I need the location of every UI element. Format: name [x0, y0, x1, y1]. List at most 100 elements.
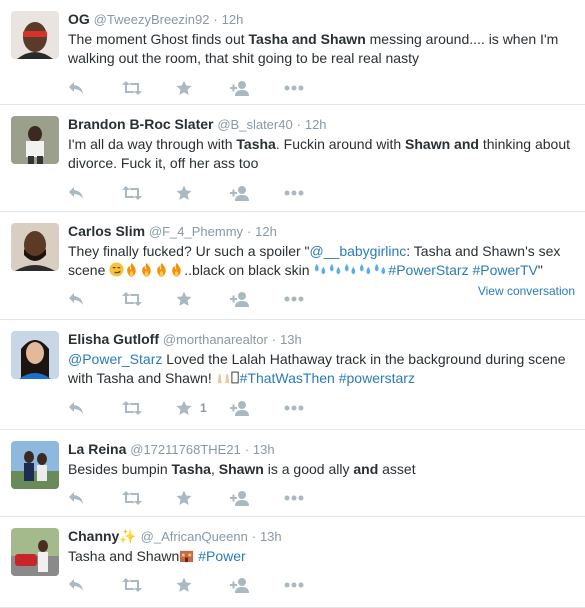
fire-emoji-icon	[142, 262, 151, 277]
author-handle[interactable]: @B_slater40	[217, 117, 292, 132]
retweet-button[interactable]	[122, 401, 176, 415]
hashtag-link[interactable]: #PowerTV	[472, 262, 537, 278]
more-icon	[284, 190, 304, 196]
more-button[interactable]	[284, 296, 338, 302]
more-icon	[284, 495, 304, 501]
author-handle[interactable]: @TweezyBreezin92	[94, 12, 210, 27]
mention-link[interactable]: @Power_Starz	[68, 351, 162, 367]
reply-button[interactable]	[68, 491, 122, 505]
author-name[interactable]: Channy✨	[68, 528, 137, 544]
tweet[interactable]: Carlos Slim @F_4_Phemmy · 12h They final…	[0, 212, 585, 320]
favorite-button[interactable]	[176, 185, 230, 201]
follow-icon	[230, 401, 249, 416]
more-icon	[284, 296, 304, 302]
hashtag-link[interactable]: #Power	[198, 548, 245, 564]
follow-button[interactable]	[230, 577, 284, 593]
more-button[interactable]	[284, 190, 338, 196]
tweet[interactable]: La Reina @17211768THE21 · 13h Besides bu…	[0, 430, 585, 517]
reply-button[interactable]	[68, 401, 122, 415]
view-conversation-link[interactable]: View conversation	[478, 284, 575, 298]
avatar[interactable]	[11, 528, 59, 576]
retweet-button[interactable]	[122, 491, 176, 505]
hashtag-link[interactable]: #PowerStarz	[388, 262, 468, 278]
hashtag-link[interactable]: #powerstarz	[339, 370, 415, 386]
fire-emoji-icon	[157, 262, 166, 277]
follow-button[interactable]	[230, 400, 284, 416]
timestamp[interactable]: 12h	[305, 117, 327, 132]
more-button[interactable]	[284, 85, 338, 91]
mention-link[interactable]: @__babygirlinc	[310, 243, 407, 259]
favorite-button[interactable]	[176, 291, 230, 307]
favorite-icon	[176, 80, 192, 95]
more-button[interactable]	[284, 582, 338, 588]
sweat-drops-emoji-icon	[345, 263, 356, 275]
favorite-button[interactable]	[176, 490, 230, 506]
more-button[interactable]	[284, 495, 338, 501]
avatar[interactable]	[11, 331, 59, 379]
love-hotel-emoji-icon	[180, 550, 194, 563]
retweet-button[interactable]	[122, 186, 176, 200]
favorite-icon	[176, 185, 192, 200]
author-handle[interactable]: @morthanarealtor	[163, 332, 268, 347]
reply-icon	[69, 187, 83, 199]
author-name[interactable]: Brandon B-Roc Slater	[68, 116, 213, 132]
retweet-button[interactable]	[122, 292, 176, 306]
author-handle[interactable]: @17211768THE21	[130, 442, 241, 457]
tweet-text: I'm all da way through with Tasha. Fucki…	[68, 136, 571, 171]
tweet-actions: 1	[68, 398, 577, 418]
sweat-drops-emoji-icon	[330, 263, 341, 275]
retweet-button[interactable]	[122, 578, 176, 592]
tweet-actions	[68, 78, 577, 98]
favorite-icon	[176, 490, 192, 505]
raised-hands-emoji-icon	[217, 373, 229, 384]
reply-icon	[69, 492, 83, 504]
reply-icon	[69, 579, 83, 591]
tweet[interactable]: Brandon B-Roc Slater @B_slater40 · 12h I…	[0, 105, 585, 212]
separator: ·	[251, 529, 257, 544]
fire-emoji-icon	[172, 262, 181, 277]
avatar[interactable]	[11, 223, 59, 271]
favorite-button[interactable]	[176, 577, 230, 593]
follow-button[interactable]	[230, 490, 284, 506]
retweet-button[interactable]	[122, 81, 176, 95]
reply-button[interactable]	[68, 81, 122, 95]
timestamp[interactable]: 13h	[280, 332, 302, 347]
more-button[interactable]	[284, 405, 338, 411]
author-handle[interactable]: @F_4_Phemmy	[149, 224, 243, 239]
avatar[interactable]	[11, 11, 59, 59]
retweet-icon	[122, 491, 142, 505]
author-name[interactable]: Elisha Gutloff	[68, 331, 159, 347]
author-handle[interactable]: @_AfricanQueenn	[141, 529, 248, 544]
separator: ·	[246, 224, 252, 239]
avatar[interactable]	[11, 441, 59, 489]
reply-button[interactable]	[68, 578, 122, 592]
timestamp[interactable]: 13h	[260, 529, 282, 544]
favorite-icon	[176, 291, 192, 306]
author-name[interactable]: La Reina	[68, 441, 126, 457]
favorite-button[interactable]	[176, 80, 230, 96]
tweet[interactable]: OG @TweezyBreezin92 · 12h The moment Gho…	[0, 0, 585, 105]
follow-icon	[230, 578, 249, 593]
sweat-drops-emoji-icon	[360, 263, 371, 275]
avatar[interactable]	[11, 116, 59, 164]
author-name[interactable]: OG	[68, 11, 90, 27]
tweet-actions	[68, 488, 577, 508]
timestamp[interactable]: 12h	[255, 224, 277, 239]
favorite-button[interactable]: 1	[176, 400, 230, 416]
follow-icon	[230, 186, 249, 201]
sweat-drops-emoji-icon	[315, 263, 326, 275]
timestamp[interactable]: 12h	[222, 12, 244, 27]
tweet[interactable]: Channy✨ @_AfricanQueenn · 13h Tasha and …	[0, 517, 585, 608]
follow-button[interactable]	[230, 291, 284, 307]
timestamp[interactable]: 13h	[253, 442, 275, 457]
reply-button[interactable]	[68, 292, 122, 306]
hashtag-link[interactable]: #ThatWasThen	[240, 370, 335, 386]
tweet-text: They finally fucked? Ur such a spoiler "…	[68, 243, 561, 278]
follow-icon	[230, 292, 249, 307]
follow-button[interactable]	[230, 185, 284, 201]
reply-button[interactable]	[68, 186, 122, 200]
follow-button[interactable]	[230, 80, 284, 96]
tweet[interactable]: Elisha Gutloff @morthanarealtor · 13h @P…	[0, 320, 585, 430]
author-name[interactable]: Carlos Slim	[68, 223, 145, 239]
missing-glyph-icon	[231, 371, 239, 384]
